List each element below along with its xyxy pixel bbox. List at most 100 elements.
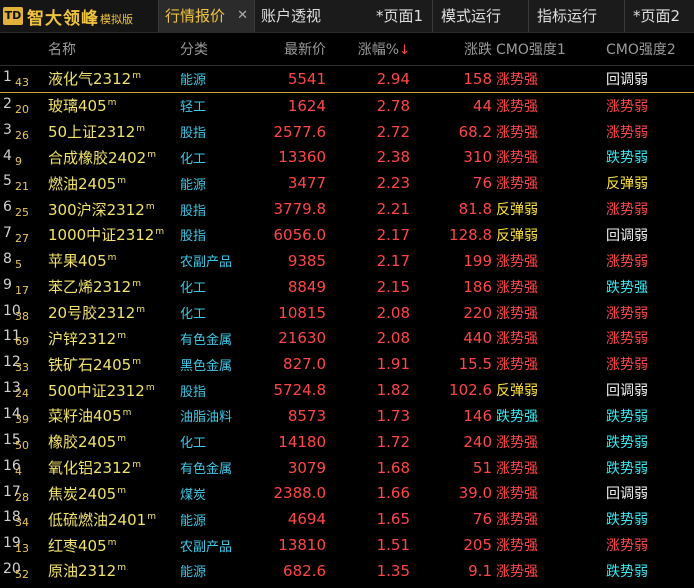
header-pct-label: 涨幅% bbox=[357, 42, 400, 58]
contract-name[interactable]: 苹果405m bbox=[46, 250, 174, 271]
cmo-strength-2: 跌势弱 bbox=[606, 460, 648, 477]
table-row[interactable]: 11 69 沪锌2312m 有色金属 21630 2.08 440 涨势强 涨势… bbox=[0, 325, 694, 351]
contract-name[interactable]: 合成橡胶2402m bbox=[46, 147, 174, 168]
row-index: 15 50 bbox=[0, 429, 46, 455]
contract-name[interactable]: 玻璃405m bbox=[46, 95, 174, 116]
cmo-strength-1: 涨势强 bbox=[496, 434, 538, 451]
price-change: 76 bbox=[472, 510, 492, 529]
contract-name[interactable]: 1000中证2312m bbox=[46, 224, 174, 245]
table-row[interactable]: 13 24 500中证2312m 股指 5724.8 1.82 102.6 反弹… bbox=[0, 377, 694, 403]
contract-name[interactable]: 300沪深2312m bbox=[46, 199, 174, 220]
tab-indicator-run[interactable]: 指标运行 bbox=[528, 0, 624, 32]
header-cmo1[interactable]: CMO强度1 bbox=[492, 39, 602, 59]
price-change: 146 bbox=[463, 406, 492, 425]
contract-name[interactable]: 氧化铝2312m bbox=[46, 457, 174, 478]
price-change: 44 bbox=[472, 96, 492, 115]
row-index: 20 52 bbox=[0, 558, 46, 584]
last-price: 8849 bbox=[287, 277, 326, 296]
table-row[interactable]: 3 26 50上证2312m 股指 2577.6 2.72 68.2 涨势强 涨… bbox=[0, 119, 694, 145]
tab-page2[interactable]: *页面2 bbox=[624, 0, 694, 32]
contract-name-text: 原油2312 bbox=[48, 562, 117, 581]
table-row[interactable]: 15 50 橡胶2405m 化工 14180 1.72 240 涨势强 跌势弱 bbox=[0, 429, 694, 455]
row-index: 6 25 bbox=[0, 196, 46, 222]
header-category[interactable]: 分类 bbox=[174, 39, 254, 59]
header-change[interactable]: 涨跌 bbox=[414, 39, 492, 59]
table-row[interactable]: 5 21 燃油2405m 能源 3477 2.23 76 涨势强 反弹弱 bbox=[0, 170, 694, 196]
table-row[interactable]: 2 20 玻璃405m 轻工 1624 2.78 44 涨势强 涨势弱 bbox=[0, 93, 694, 119]
price-change: 240 bbox=[463, 432, 492, 451]
row-index: 7 27 bbox=[0, 222, 46, 248]
contract-name[interactable]: 50上证2312m bbox=[46, 121, 174, 142]
table-row[interactable]: 9 17 苯乙烯2312m 化工 8849 2.15 186 涨势强 跌势强 bbox=[0, 274, 694, 300]
main-contract-mark: m bbox=[117, 434, 126, 445]
pct-change: 2.08 bbox=[376, 329, 410, 348]
header-price[interactable]: 最新价 bbox=[254, 39, 326, 59]
cmo-strength-1: 反弹弱 bbox=[496, 227, 538, 244]
cmo-strength-2: 涨势弱 bbox=[606, 305, 648, 322]
contract-name[interactable]: 20号胶2312m bbox=[46, 302, 174, 323]
cmo-strength-2: 反弹弱 bbox=[606, 176, 648, 193]
table-row[interactable]: 7 27 1000中证2312m 股指 6056.0 2.17 128.8 反弹… bbox=[0, 222, 694, 248]
header-pct[interactable]: 涨幅%↓ bbox=[326, 39, 414, 59]
last-price: 3477 bbox=[287, 174, 326, 193]
contract-name[interactable]: 铁矿石2405m bbox=[46, 354, 174, 375]
table-row[interactable]: 19 13 红枣405m 农副产品 13810 1.51 205 涨势强 涨势弱 bbox=[0, 532, 694, 558]
row-code: 50 bbox=[15, 438, 29, 452]
cmo-strength-1: 涨势强 bbox=[496, 150, 538, 167]
row-index: 3 26 bbox=[0, 119, 46, 145]
contract-name[interactable]: 苯乙烯2312m bbox=[46, 276, 174, 297]
category: 能源 bbox=[180, 565, 207, 581]
tab-quotes[interactable]: 行情报价 ✕ bbox=[158, 0, 254, 32]
table-row[interactable]: 6 25 300沪深2312m 股指 3779.8 2.21 81.8 反弹弱 … bbox=[0, 196, 694, 222]
row-index: 10 38 bbox=[0, 300, 46, 326]
row-code: 28 bbox=[15, 490, 29, 504]
contract-name[interactable]: 沪锌2312m bbox=[46, 328, 174, 349]
last-price: 6056.0 bbox=[273, 225, 327, 244]
contract-name[interactable]: 液化气2312m bbox=[46, 68, 174, 89]
pct-change: 2.72 bbox=[376, 122, 410, 141]
table-row[interactable]: 18 34 低硫燃油2401m 能源 4694 1.65 76 涨势强 跌势弱 bbox=[0, 506, 694, 532]
row-index: 5 21 bbox=[0, 170, 46, 196]
contract-name[interactable]: 燃油2405m bbox=[46, 173, 174, 194]
tab-page1[interactable]: *页面1 bbox=[354, 0, 432, 32]
contract-name[interactable]: 焦炭2405m bbox=[46, 483, 174, 504]
pct-change: 2.17 bbox=[376, 225, 410, 244]
table-row[interactable]: 16 4 氧化铝2312m 有色金属 3079 1.68 51 涨势强 跌势弱 bbox=[0, 455, 694, 481]
table-row[interactable]: 10 38 20号胶2312m 化工 10815 2.08 220 涨势强 涨势… bbox=[0, 300, 694, 326]
header-cmo2[interactable]: CMO强度2 bbox=[602, 39, 694, 59]
tab-account[interactable]: 账户透视 bbox=[254, 0, 354, 32]
contract-name[interactable]: 红枣405m bbox=[46, 535, 174, 556]
tab-mode-run[interactable]: 模式运行 bbox=[432, 0, 528, 32]
pct-change: 2.94 bbox=[376, 69, 410, 88]
row-number: 1 bbox=[3, 69, 12, 85]
row-index: 9 17 bbox=[0, 274, 46, 300]
contract-name[interactable]: 橡胶2405m bbox=[46, 431, 174, 452]
cmo-strength-2: 涨势弱 bbox=[606, 202, 648, 219]
contract-name[interactable]: 500中证2312m bbox=[46, 380, 174, 401]
category: 股指 bbox=[180, 126, 207, 142]
table-row[interactable]: 20 52 原油2312m 能源 682.6 1.35 9.1 涨势强 跌势弱 bbox=[0, 558, 694, 584]
pct-change: 1.91 bbox=[376, 355, 410, 374]
row-number: 7 bbox=[3, 225, 12, 242]
header-name[interactable]: 名称 bbox=[46, 39, 174, 59]
cmo-strength-2: 涨势弱 bbox=[606, 98, 648, 115]
table-row[interactable]: 14 39 菜籽油405m 油脂油料 8573 1.73 146 跌势强 跌势弱 bbox=[0, 403, 694, 429]
price-change: 440 bbox=[463, 329, 492, 348]
contract-name[interactable]: 原油2312m bbox=[46, 560, 174, 581]
contract-name[interactable]: 菜籽油405m bbox=[46, 405, 174, 426]
main-contract-mark: m bbox=[122, 408, 132, 419]
contract-name-text: 沪锌2312 bbox=[48, 329, 117, 348]
close-icon[interactable]: ✕ bbox=[237, 0, 248, 32]
table-row[interactable]: 1 43 液化气2312m 能源 5541 2.94 158 涨势强 回调弱 bbox=[0, 66, 694, 93]
last-price: 8573 bbox=[287, 406, 326, 425]
price-change: 310 bbox=[463, 148, 492, 167]
table-row[interactable]: 4 9 合成橡胶2402m 化工 13360 2.38 310 涨势强 跌势弱 bbox=[0, 145, 694, 171]
table-row[interactable]: 12 33 铁矿石2405m 黑色金属 827.0 1.91 15.5 涨势强 … bbox=[0, 351, 694, 377]
cmo-strength-2: 涨势弱 bbox=[606, 331, 648, 348]
row-code: 20 bbox=[15, 102, 29, 116]
pct-change: 1.72 bbox=[376, 432, 410, 451]
table-row[interactable]: 17 28 焦炭2405m 煤炭 2388.0 1.66 39.0 涨势强 回调… bbox=[0, 481, 694, 507]
last-price: 13810 bbox=[278, 536, 326, 555]
table-row[interactable]: 8 5 苹果405m 农副产品 9385 2.17 199 涨势强 涨势弱 bbox=[0, 248, 694, 274]
contract-name[interactable]: 低硫燃油2401m bbox=[46, 509, 174, 530]
